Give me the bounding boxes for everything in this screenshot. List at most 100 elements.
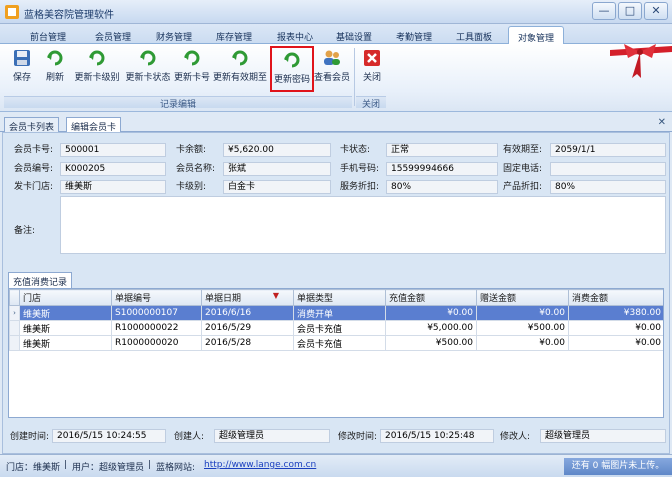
- card-level-field[interactable]: 白金卡: [223, 180, 331, 194]
- card-number-field[interactable]: 500001: [60, 143, 166, 157]
- save-button[interactable]: 保存: [6, 46, 38, 92]
- row-indicator-cell: [9, 335, 20, 351]
- creator-field: 超级管理员: [214, 429, 330, 443]
- table-row[interactable]: 维美斯 R1000000022 2016/5/29 会员卡充值 ¥5,000.0…: [9, 320, 663, 336]
- update-card-status-button[interactable]: 更新卡状态: [124, 46, 172, 92]
- row-indicator-cell: [9, 320, 20, 336]
- table-row[interactable]: 维美斯 R1000000020 2016/5/28 会员卡充值 ¥500.00 …: [9, 335, 663, 351]
- member-number-field[interactable]: K000205: [60, 162, 166, 176]
- cell-bonus-amount[interactable]: ¥0.00: [476, 305, 569, 321]
- cell-consumption-amount[interactable]: ¥380.00: [568, 305, 663, 321]
- creator-label: 创建人:: [174, 432, 205, 442]
- issuing-store-field[interactable]: 维美斯: [60, 180, 166, 194]
- update-expiry-button[interactable]: 更新有效期至: [212, 46, 268, 92]
- refresh-button[interactable]: 刷新: [40, 46, 70, 92]
- update-card-level-button[interactable]: 更新卡级别: [72, 46, 122, 92]
- cell-store[interactable]: 维美斯: [19, 320, 112, 336]
- card-number-label: 会员卡号:: [14, 145, 54, 155]
- tab-recharge-consumption-records[interactable]: 充值消费记录: [8, 272, 73, 288]
- column-header-consumption-amount[interactable]: 消费金额: [568, 289, 663, 306]
- tab-attendance[interactable]: 考勤管理: [386, 26, 442, 44]
- ribbon-group-label-record-edit: 记录编辑: [4, 96, 352, 110]
- tab-tools[interactable]: 工具面板: [446, 26, 502, 44]
- tab-finance[interactable]: 财务管理: [146, 26, 202, 44]
- tab-edit-card[interactable]: 编辑会员卡: [66, 117, 122, 133]
- balance-field[interactable]: ¥5,620.00: [223, 143, 331, 157]
- expiry-field[interactable]: 2059/1/1: [550, 143, 666, 157]
- column-header-bonus-amount[interactable]: 赠送金额: [476, 289, 569, 306]
- records-grid: 门店 单据编号 单据日期 ▼ 单据类型 充值金额 赠送金额 消费金额 › 维美斯 …: [8, 288, 664, 418]
- cell-consumption-amount[interactable]: ¥0.00: [568, 320, 663, 336]
- update-card-number-button[interactable]: 更新卡号: [174, 46, 210, 92]
- maximize-button[interactable]: □: [618, 2, 642, 20]
- member-name-field[interactable]: 张斌: [223, 162, 331, 176]
- column-header-recharge-amount[interactable]: 充值金额: [385, 289, 477, 306]
- tab-inventory[interactable]: 库存管理: [206, 26, 262, 44]
- cell-doc-number[interactable]: R1000000020: [111, 335, 202, 351]
- app-title: 蓝格美容院管理软件: [24, 10, 114, 21]
- cell-doc-date[interactable]: 2016/5/28: [201, 335, 294, 351]
- close-button[interactable]: 关闭: [358, 46, 386, 92]
- cell-doc-date[interactable]: 2016/6/16: [201, 305, 294, 321]
- tab-reports[interactable]: 报表中心: [266, 26, 324, 44]
- cell-store[interactable]: 维美斯: [19, 335, 112, 351]
- cell-bonus-amount[interactable]: ¥500.00: [476, 320, 569, 336]
- tab-front-desk[interactable]: 前台管理: [22, 26, 74, 44]
- cell-bonus-amount[interactable]: ¥0.00: [476, 335, 569, 351]
- filter-sort-icon[interactable]: ▼: [273, 291, 279, 300]
- landline-field[interactable]: [550, 162, 666, 176]
- expiry-label: 有效期至:: [503, 145, 543, 155]
- column-header-doc-date[interactable]: 单据日期 ▼: [201, 289, 294, 306]
- close-tab-icon[interactable]: ✕: [658, 117, 666, 128]
- app-logo-icon: [5, 5, 19, 19]
- remark-textarea[interactable]: [60, 196, 666, 254]
- cell-doc-type[interactable]: 会员卡充值: [293, 335, 386, 351]
- ribbon-group-label-close: 关闭: [356, 96, 386, 110]
- mobile-field[interactable]: 15599994666: [386, 162, 498, 176]
- product-discount-field[interactable]: 80%: [550, 180, 666, 194]
- column-header-doc-number[interactable]: 单据编号: [111, 289, 202, 306]
- cell-doc-type[interactable]: 会员卡充值: [293, 320, 386, 336]
- update-icon: [89, 50, 105, 66]
- website-link[interactable]: http://www.lange.com.cn: [204, 460, 316, 470]
- status-separator: |: [148, 460, 152, 470]
- table-row[interactable]: › 维美斯 S1000000107 2016/6/16 消费开单 ¥0.00 ¥…: [9, 305, 663, 321]
- status-site-label: 蓝格网站:: [156, 463, 196, 473]
- update-password-button[interactable]: 更新密码: [270, 46, 314, 92]
- refresh-icon: [47, 50, 63, 66]
- ribbon: 保存 刷新 更新卡级别 更新卡状态 更新卡号 更新有效期至 更新密码 查看会员 …: [0, 44, 672, 112]
- tab-member[interactable]: 会员管理: [84, 26, 142, 44]
- minimize-button[interactable]: —: [592, 2, 616, 20]
- cell-recharge-amount[interactable]: ¥0.00: [385, 305, 477, 321]
- created-time-field: 2016/5/15 10:24:55: [52, 429, 166, 443]
- card-status-field[interactable]: 正常: [386, 143, 498, 157]
- issuing-store-label: 发卡门店:: [14, 182, 54, 192]
- update-icon: [140, 50, 156, 66]
- cell-doc-number[interactable]: S1000000107: [111, 305, 202, 321]
- status-store: 门店：维美斯: [6, 463, 61, 473]
- cell-doc-date[interactable]: 2016/5/29: [201, 320, 294, 336]
- mobile-label: 手机号码:: [340, 164, 380, 174]
- column-header-store[interactable]: 门店: [19, 289, 112, 306]
- tab-settings[interactable]: 基础设置: [326, 26, 382, 44]
- view-member-button[interactable]: 查看会员: [314, 46, 350, 92]
- cell-recharge-amount[interactable]: ¥500.00: [385, 335, 477, 351]
- cell-consumption-amount[interactable]: ¥0.00: [568, 335, 663, 351]
- created-time-label: 创建时间:: [10, 432, 50, 442]
- tab-card-list[interactable]: 会员卡列表: [4, 117, 60, 133]
- update-icon: [184, 50, 200, 66]
- cell-doc-type[interactable]: 消费开单: [293, 305, 386, 321]
- update-icon: [232, 50, 248, 66]
- cell-store[interactable]: 维美斯: [19, 305, 112, 321]
- close-window-button[interactable]: ✕: [644, 2, 668, 20]
- cell-doc-number[interactable]: R1000000022: [111, 320, 202, 336]
- title-bar: 蓝格美容院管理软件 — □ ✕: [0, 0, 672, 24]
- card-level-label: 卡级别:: [176, 182, 207, 192]
- tab-objects[interactable]: 对象管理: [508, 26, 564, 45]
- service-discount-label: 服务折扣:: [340, 182, 380, 192]
- cell-recharge-amount[interactable]: ¥5,000.00: [385, 320, 477, 336]
- column-header-doc-type[interactable]: 单据类型: [293, 289, 386, 306]
- floppy-disk-icon: [14, 50, 30, 66]
- modifier-field: 超级管理员: [540, 429, 666, 443]
- service-discount-field[interactable]: 80%: [386, 180, 498, 194]
